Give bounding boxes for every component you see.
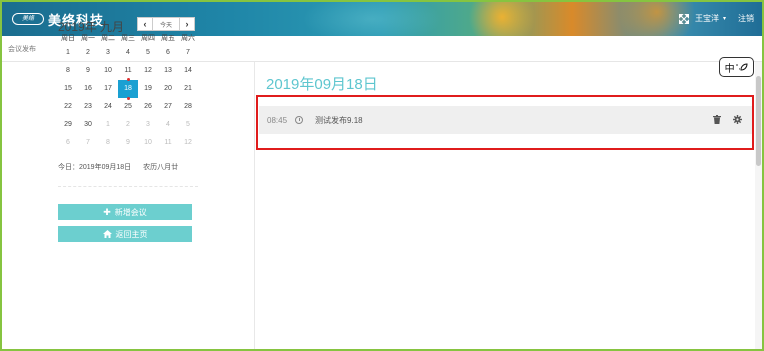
- calendar-day[interactable]: 4: [158, 116, 178, 134]
- divider: [58, 186, 198, 187]
- meeting-item[interactable]: 08:45 测试发布9.18: [259, 106, 752, 134]
- calendar-day[interactable]: 7: [178, 44, 198, 62]
- calendar-week: 6 7 8 9 10 11 12: [58, 134, 198, 152]
- back-home-button[interactable]: 返回主页: [58, 226, 192, 242]
- chevron-down-icon[interactable]: ▾: [723, 15, 726, 22]
- calendar-day[interactable]: 25: [118, 98, 138, 116]
- trash-icon[interactable]: [713, 115, 721, 124]
- calendar-day[interactable]: 7: [78, 134, 98, 152]
- meeting-time: 08:45: [267, 115, 288, 125]
- calendar-nav: ‹ 今天 ›: [137, 17, 195, 31]
- clock-icon: [295, 116, 304, 124]
- calendar-weeks: 1 2 3 4 5 6 7 8 9 10 11 12 13 14 15 16 17 18 19 20 21 22 23 24 2…: [58, 44, 198, 152]
- weekday-label: 周六: [181, 35, 195, 42]
- calendar-day[interactable]: 30: [78, 116, 98, 134]
- ime-indicator[interactable]: 中 °,: [719, 57, 754, 77]
- breadcrumb[interactable]: 会议发布: [8, 44, 36, 54]
- calendar-day[interactable]: 8: [98, 134, 118, 152]
- calendar-day[interactable]: 12: [178, 134, 198, 152]
- calendar-grid: 周日 周一 周二 周三 周四 周五 周六 1 2 3 4 5 6 7 8 9 10 11 12 13 14…: [58, 33, 198, 152]
- weekday-label: 周二: [101, 35, 115, 42]
- today-info: 今日：2019年09月18日 农历八月廿: [58, 162, 178, 172]
- scrollbar-thumb[interactable]: [756, 76, 761, 166]
- calendar-day[interactable]: 6: [58, 134, 78, 152]
- calendar-day[interactable]: 16: [78, 80, 98, 98]
- calendar-day[interactable]: 26: [138, 98, 158, 116]
- gear-icon[interactable]: [733, 115, 742, 124]
- calendar-week: 15 16 17 18 19 20 21: [58, 78, 198, 100]
- today-date: 今日：2019年09月18日: [58, 164, 132, 171]
- calendar-day[interactable]: 5: [178, 116, 198, 134]
- calendar-day[interactable]: 22: [58, 98, 78, 116]
- calendar-day[interactable]: 17: [98, 80, 118, 98]
- home-icon: [102, 230, 112, 238]
- calendar-day[interactable]: 14: [178, 62, 198, 80]
- calendar-day[interactable]: 10: [98, 62, 118, 80]
- calendar-day[interactable]: 21: [178, 80, 198, 98]
- weekday-label: 周四: [141, 35, 155, 42]
- weekday-label: 周五: [161, 35, 175, 42]
- meeting-title[interactable]: 测试发布9.18: [315, 115, 363, 126]
- calendar-day[interactable]: 3: [138, 116, 158, 134]
- add-meeting-label: 新增会议: [114, 207, 147, 217]
- calendar-day[interactable]: 9: [118, 134, 138, 152]
- add-meeting-button[interactable]: ✚ 新增会议: [58, 204, 192, 220]
- back-home-label: 返回主页: [115, 229, 148, 239]
- logo-badge: 美络: [12, 13, 44, 25]
- calendar-day[interactable]: 24: [98, 98, 118, 116]
- calendar-week: 22 23 24 25 26 27 28: [58, 98, 198, 116]
- calendar-day-selected[interactable]: 18: [118, 78, 138, 100]
- calendar-day[interactable]: 2: [78, 44, 98, 62]
- calendar-day[interactable]: 8: [58, 62, 78, 80]
- calendar-day[interactable]: 4: [118, 44, 138, 62]
- calendar-day[interactable]: 6: [158, 44, 178, 62]
- prev-month-button[interactable]: ‹: [137, 17, 153, 31]
- header-actions: 王宝洋 ▾ 注销: [678, 13, 754, 24]
- logout-link[interactable]: 注销: [738, 13, 754, 24]
- calendar-week: 29 30 1 2 3 4 5: [58, 116, 198, 134]
- calendar-day[interactable]: 15: [58, 80, 78, 98]
- calendar-week: 1234567: [58, 44, 198, 62]
- calendar-day[interactable]: 2: [118, 116, 138, 134]
- weekday-label: 周三: [121, 35, 135, 42]
- plus-icon: ✚: [103, 206, 111, 217]
- calendar-day[interactable]: 3: [98, 44, 118, 62]
- calendar-day[interactable]: 10: [138, 134, 158, 152]
- calendar-day[interactable]: 28: [178, 98, 198, 116]
- weekday-label: 周一: [81, 35, 95, 42]
- selected-date-heading: 2019年09月18日: [266, 76, 378, 93]
- calendar-day[interactable]: 13: [158, 62, 178, 80]
- calendar-day[interactable]: 23: [78, 98, 98, 116]
- weekday-label: 周日: [61, 35, 75, 42]
- calendar-day[interactable]: 11: [158, 134, 178, 152]
- user-name[interactable]: 王宝洋: [695, 13, 719, 24]
- calendar-day[interactable]: 19: [138, 80, 158, 98]
- ime-mode: 中: [724, 63, 735, 75]
- ime-leaf-icon: [740, 63, 748, 71]
- calendar-day[interactable]: 29: [58, 116, 78, 134]
- event-dot: [127, 78, 130, 81]
- calendar-day[interactable]: 12: [138, 62, 158, 80]
- calendar-day[interactable]: 9: [78, 62, 98, 80]
- calendar-day[interactable]: 27: [158, 98, 178, 116]
- lunar-date: 农历八月廿: [143, 164, 179, 171]
- weekday-header: 周日 周一 周二 周三 周四 周五 周六: [58, 33, 198, 44]
- fullscreen-icon[interactable]: [678, 13, 689, 24]
- calendar-day[interactable]: 20: [158, 80, 178, 98]
- calendar-day[interactable]: 1: [58, 44, 78, 62]
- today-button[interactable]: 今天: [153, 17, 179, 31]
- calendar-day[interactable]: 1: [98, 116, 118, 134]
- next-month-button[interactable]: ›: [179, 17, 195, 31]
- calendar-day[interactable]: 5: [138, 44, 158, 62]
- scrollbar[interactable]: [755, 62, 762, 349]
